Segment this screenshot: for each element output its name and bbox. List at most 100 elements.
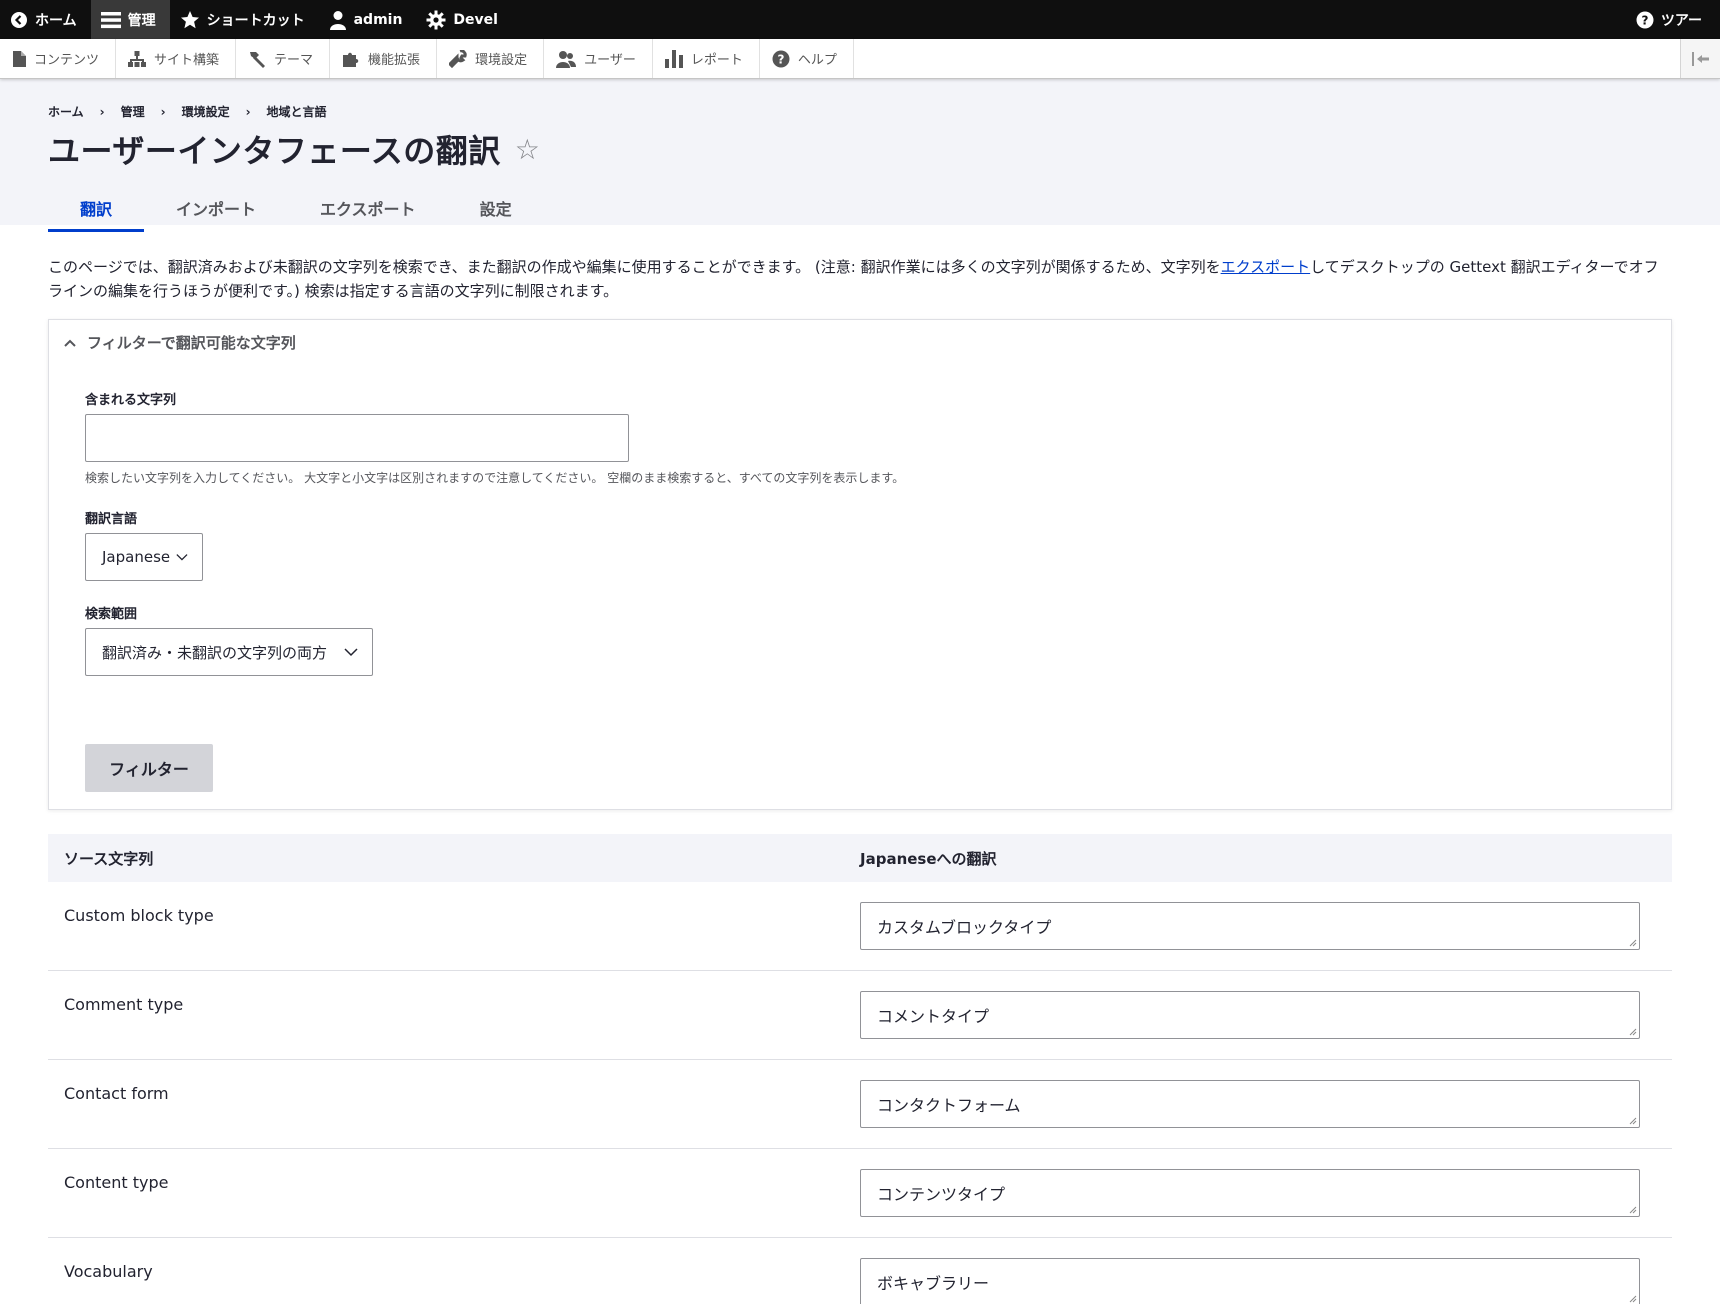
sitemap-icon [128, 50, 147, 67]
toolbar-manage-label: 管理 [127, 12, 156, 29]
translation-cell: コンタクトフォーム [860, 1060, 1672, 1148]
breadcrumb: ホーム › 管理 › 環境設定 › 地域と言語 [48, 103, 1672, 120]
collapse-left-icon [1691, 51, 1709, 66]
help-icon: ? [1636, 11, 1654, 28]
hamburger-icon [100, 11, 121, 28]
toolbar-left: ホーム 管理 ショートカット admin Devel [0, 0, 512, 39]
tray-item-help[interactable]: ? ヘルプ [760, 39, 854, 78]
page-header: ホーム › 管理 › 環境設定 › 地域と言語 ユーザーインタフェースの翻訳 ☆… [0, 79, 1720, 232]
tray-item-appearance[interactable]: テーマ [236, 39, 331, 78]
translation-textarea[interactable]: ボキャブラリー [860, 1258, 1640, 1304]
tray-item-extend[interactable]: 機能拡張 [330, 39, 438, 78]
translation-value: カスタムブロックタイプ [877, 918, 1052, 937]
breadcrumb-link-config[interactable]: 環境設定 [182, 103, 230, 120]
language-select[interactable]: Japanese [85, 533, 203, 581]
toolbar-user-label: admin [353, 11, 403, 28]
translation-value: コンタクトフォーム [877, 1096, 1021, 1115]
filter-form: 含まれる文字列 検索したい文字列を入力してください。 大文字と小文字は区別されま… [49, 389, 1671, 676]
tab-translate[interactable]: 翻訳 [48, 186, 145, 232]
toolbar-manage-tab[interactable]: 管理 [90, 0, 170, 39]
tray-item-label: 機能拡張 [368, 53, 421, 68]
language-label: 翻訳言語 [85, 512, 138, 527]
export-link[interactable]: エクスポート [1221, 258, 1311, 276]
translation-cell: コメントタイプ [860, 971, 1672, 1059]
tray-item-label: テーマ [274, 53, 314, 68]
title-row: ユーザーインタフェースの翻訳 ☆ [48, 126, 1672, 172]
intro-text: このページでは、翻訳済みおよび未翻訳の文字列を検索でき、また翻訳の作成や編集に使… [48, 255, 1672, 303]
gear-icon [426, 10, 446, 29]
contains-input[interactable] [85, 414, 629, 462]
filter-button[interactable]: フィルター [85, 744, 213, 792]
translation-textarea[interactable]: コンテンツタイプ [860, 1169, 1640, 1217]
toolbar-devel-tab[interactable]: Devel [416, 0, 512, 39]
file-icon [13, 50, 26, 67]
chevron-down-icon [344, 647, 358, 656]
toolbar-devel-label: Devel [453, 11, 498, 28]
tray-item-structure[interactable]: サイト構築 [116, 39, 237, 78]
shortcut-star-icon[interactable]: ☆ [515, 133, 540, 166]
admin-toolbar: ホーム 管理 ショートカット admin Devel ? ツアー [0, 0, 1720, 39]
table-row: Contact form コンタクトフォーム [48, 1060, 1672, 1149]
breadcrumb-link-home[interactable]: ホーム [48, 103, 84, 120]
translation-value: コンテンツタイプ [877, 1185, 1006, 1204]
tray-orientation-toggle[interactable] [1680, 39, 1720, 78]
translation-value: ボキャブラリー [877, 1274, 990, 1293]
admin-tray: コンテンツ サイト構築 テーマ 機能拡張 環境設定 ユーザー レポート ? ヘル… [0, 39, 1720, 79]
table-row: Content type コンテンツタイプ [48, 1149, 1672, 1238]
tray-item-reports[interactable]: レポート [653, 39, 760, 78]
toolbar-tour-label: ツアー [1660, 12, 1702, 29]
breadcrumb-separator: › [245, 104, 251, 119]
wrench-icon [449, 49, 467, 68]
back-arrow-icon [11, 11, 27, 28]
translation-cell: ボキャブラリー [860, 1238, 1672, 1304]
star-icon [180, 10, 199, 28]
breadcrumb-separator: › [99, 104, 105, 119]
translation-textarea[interactable]: カスタムブロックタイプ [860, 902, 1640, 950]
source-string: Content type [64, 1173, 169, 1192]
puzzle-icon [343, 52, 359, 67]
tray-item-label: レポート [690, 53, 743, 68]
bar-chart-icon [664, 49, 683, 68]
filter-details: フィルターで翻訳可能な文字列 含まれる文字列 検索したい文字列を入力してください… [48, 319, 1672, 810]
page-title: ユーザーインタフェースの翻訳 [48, 132, 501, 170]
resize-grip-icon[interactable] [1628, 1116, 1637, 1125]
tray-item-content[interactable]: コンテンツ [0, 39, 117, 78]
resize-grip-icon[interactable] [1628, 938, 1637, 947]
translation-cell: コンテンツタイプ [860, 1149, 1672, 1237]
toolbar-user-tab[interactable]: admin [319, 0, 417, 39]
scope-label: 検索範囲 [85, 607, 138, 622]
strings-table: ソース文字列 Japaneseへの翻訳 Custom block type カス… [48, 834, 1672, 1304]
breadcrumb-link-admin[interactable]: 管理 [121, 103, 145, 120]
tab-import[interactable]: インポート [144, 186, 288, 232]
toolbar-shortcuts-tab[interactable]: ショートカット [170, 0, 319, 39]
translation-textarea[interactable]: コメントタイプ [860, 991, 1640, 1039]
language-form-item: 翻訳言語 Japanese [85, 508, 1635, 581]
tray-item-people[interactable]: ユーザー [544, 39, 653, 78]
resize-grip-icon[interactable] [1628, 1027, 1637, 1036]
toolbar-home-label: ホーム [35, 12, 77, 29]
user-icon [329, 10, 346, 30]
col-header-translation: Japaneseへの翻訳 [860, 849, 997, 868]
tray-item-label: ユーザー [584, 53, 636, 68]
toolbar-tour-button[interactable]: ? ツアー [1626, 0, 1720, 39]
svg-text:?: ? [1641, 13, 1648, 27]
table-row: Custom block type カスタムブロックタイプ [48, 882, 1672, 971]
main-content: このページでは、翻訳済みおよび未翻訳の文字列を検索でき、また翻訳の作成や編集に使… [0, 225, 1720, 1304]
contains-label: 含まれる文字列 [85, 393, 177, 408]
breadcrumb-link-regional[interactable]: 地域と言語 [267, 103, 327, 120]
contains-form-item: 含まれる文字列 検索したい文字列を入力してください。 大文字と小文字は区別されま… [85, 389, 1635, 486]
translation-textarea[interactable]: コンタクトフォーム [860, 1080, 1640, 1128]
scope-select[interactable]: 翻訳済み・未翻訳の文字列の両方 [85, 628, 373, 676]
toolbar-home-link[interactable]: ホーム [0, 0, 91, 39]
toolbar-right: ? ツアー [1626, 0, 1720, 39]
resize-grip-icon[interactable] [1628, 1294, 1637, 1303]
tray-item-config[interactable]: 環境設定 [437, 39, 545, 78]
language-select-value: Japanese [102, 548, 171, 566]
svg-text:?: ? [777, 52, 784, 66]
tab-settings[interactable]: 設定 [448, 186, 544, 232]
filter-summary[interactable]: フィルターで翻訳可能な文字列 [49, 320, 1671, 365]
resize-grip-icon[interactable] [1628, 1205, 1637, 1214]
tray-item-label: サイト構築 [154, 53, 220, 68]
chevron-up-icon [64, 339, 76, 347]
tab-export[interactable]: エクスポート [288, 186, 448, 232]
